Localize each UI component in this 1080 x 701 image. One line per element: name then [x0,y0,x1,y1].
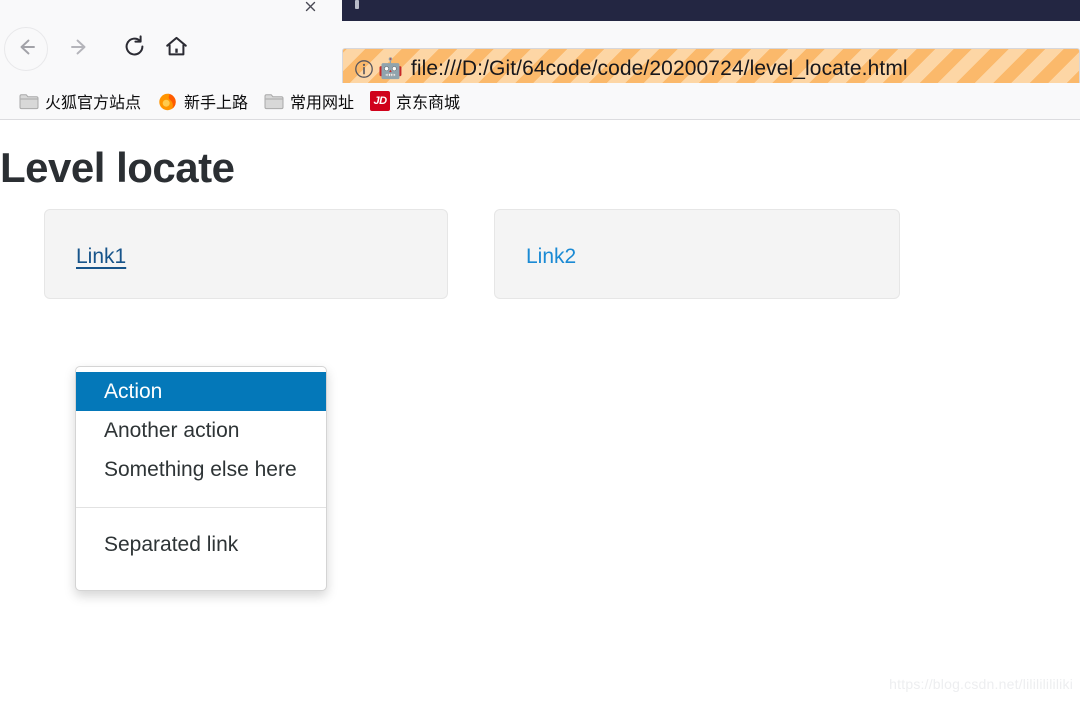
browser-window: 🤖 file:///D:/Git/64code/code/20200724/le… [0,0,1080,701]
reload-icon [121,33,148,65]
page-title: Level locate [0,144,235,191]
watermark: https://blog.csdn.net/lilililililiki [889,676,1073,692]
jd-icon: JD [370,91,391,111]
dark-overlay-bar [342,0,1080,21]
folder-icon [19,93,39,110]
dropdown-item-separated-link[interactable]: Separated link [76,525,326,564]
arrow-left-icon [13,34,39,65]
dropdown-menu: Action Another action Something else her… [75,366,327,591]
home-button[interactable] [154,27,198,71]
folder-icon [264,93,284,110]
bookmark-label: 常用网址 [290,95,355,112]
back-button[interactable] [4,27,48,71]
link2[interactable]: Link2 [526,245,576,269]
arrow-right-icon [67,34,93,65]
reload-button[interactable] [112,27,156,71]
dropdown-padding [76,564,326,590]
dropdown-item-action[interactable]: Action [76,372,326,411]
firefox-icon [157,91,178,112]
bookmark-item-jd[interactable]: JD 京东商城 [363,87,467,115]
close-icon[interactable] [300,0,320,14]
panel-link2: Link2 [494,209,900,299]
bookmark-item-getting-started[interactable]: 新手上路 [150,87,255,115]
page-content: Level locate Link1 Link2 Action Another … [0,120,1080,701]
bookmark-item-firefox-official[interactable]: 火狐官方站点 [12,87,148,115]
dropdown-divider [76,507,326,508]
navigation-toolbar: 🤖 file:///D:/Git/64code/code/20200724/le… [0,21,1080,90]
bookmark-item-common-sites[interactable]: 常用网址 [257,87,361,115]
cursor-mark [355,0,359,9]
home-icon [163,33,190,65]
bookmark-label: 火狐官方站点 [45,95,142,112]
info-circle-icon[interactable] [353,58,375,80]
bookmark-label: 新手上路 [184,95,249,112]
jd-icon-text: JD [370,91,391,111]
address-bar-value: file:///D:/Git/64code/code/20200724/leve… [410,57,908,80]
bookmarks-bar: 火狐官方站点 新手上路 常用网址 JD 京东商城 [0,83,1080,120]
dropdown-item-something-else-here[interactable]: Something else here [76,450,326,489]
robot-icon: 🤖 [378,58,403,80]
dropdown-item-another-action[interactable]: Another action [76,411,326,450]
forward-button[interactable] [58,27,102,71]
browser-chrome: 🤖 file:///D:/Git/64code/code/20200724/le… [0,0,1080,120]
link1[interactable]: Link1 [76,245,126,269]
panel-link1: Link1 [44,209,448,299]
bookmark-label: 京东商城 [396,95,461,112]
tab-strip [0,0,1080,21]
